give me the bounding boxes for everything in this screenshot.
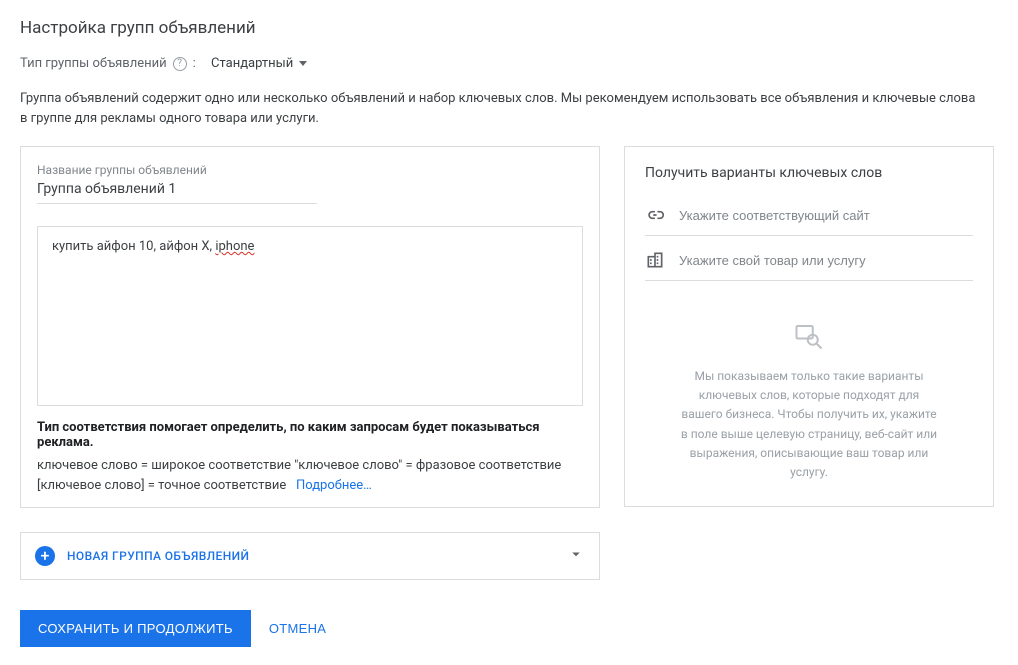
match-type-title: Тип соответствия помогает определить, по… [37, 420, 583, 450]
site-input-row[interactable] [645, 197, 973, 236]
page-description: Группа объявлений содержит одно или неск… [20, 89, 980, 128]
suggestions-empty-state: Мы показываем только такие варианты ключ… [645, 321, 973, 482]
footer-actions: СОХРАНИТЬ И ПРОДОЛЖИТЬ ОТМЕНА [20, 610, 998, 647]
cancel-button[interactable]: ОТМЕНА [269, 621, 326, 636]
adgroup-type-dropdown[interactable]: Стандартный [211, 56, 307, 71]
new-adgroup-label: НОВАЯ ГРУППА ОБЪЯВЛЕНИЙ [67, 549, 249, 563]
adgroup-type-label: Тип группы объявлений [20, 56, 167, 71]
colon: : [193, 56, 196, 71]
adgroup-card: Название группы объявлений Группа объявл… [20, 146, 600, 508]
new-adgroup-button[interactable]: + НОВАЯ ГРУППА ОБЪЯВЛЕНИЙ [20, 532, 600, 580]
chevron-down-icon [299, 61, 307, 66]
match-type-line2: [ключевое слово] = точное соответствие [37, 478, 286, 493]
adgroup-type-row: Тип группы объявлений ? : Стандартный [20, 56, 998, 71]
keywords-textarea[interactable]: купить айфон 10, айфон Х, iphone [37, 226, 583, 406]
help-icon[interactable]: ? [173, 57, 187, 71]
suggestions-empty-text: Мы показываем только такие варианты ключ… [679, 367, 939, 482]
chevron-down-icon [567, 545, 585, 567]
match-type-line1: ключевое слово = широкое соответствие "к… [37, 458, 561, 473]
adgroup-name-label: Название группы объявлений [37, 163, 583, 177]
keywords-value: купить айфон 10, айфон Х, iphone [52, 239, 254, 254]
adgroup-name-input[interactable]: Группа объявлений 1 [37, 181, 317, 204]
save-and-continue-button[interactable]: СОХРАНИТЬ И ПРОДОЛЖИТЬ [20, 610, 251, 647]
learn-more-link[interactable]: Подробнее… [296, 478, 372, 493]
suggestions-title: Получить варианты ключевых слов [645, 165, 973, 181]
product-input-row[interactable] [645, 242, 973, 281]
plus-icon: + [35, 546, 55, 566]
search-suggestions-icon [794, 321, 824, 349]
site-input[interactable] [679, 208, 973, 223]
product-input[interactable] [679, 253, 973, 268]
page-title: Настройка групп объявлений [20, 18, 998, 38]
keyword-suggestions-card: Получить варианты ключевых слов Мы показ… [624, 146, 994, 507]
adgroup-type-value: Стандартный [211, 56, 293, 71]
building-icon [645, 250, 665, 270]
match-type-note: Тип соответствия помогает определить, по… [37, 420, 583, 495]
link-icon [645, 205, 665, 225]
